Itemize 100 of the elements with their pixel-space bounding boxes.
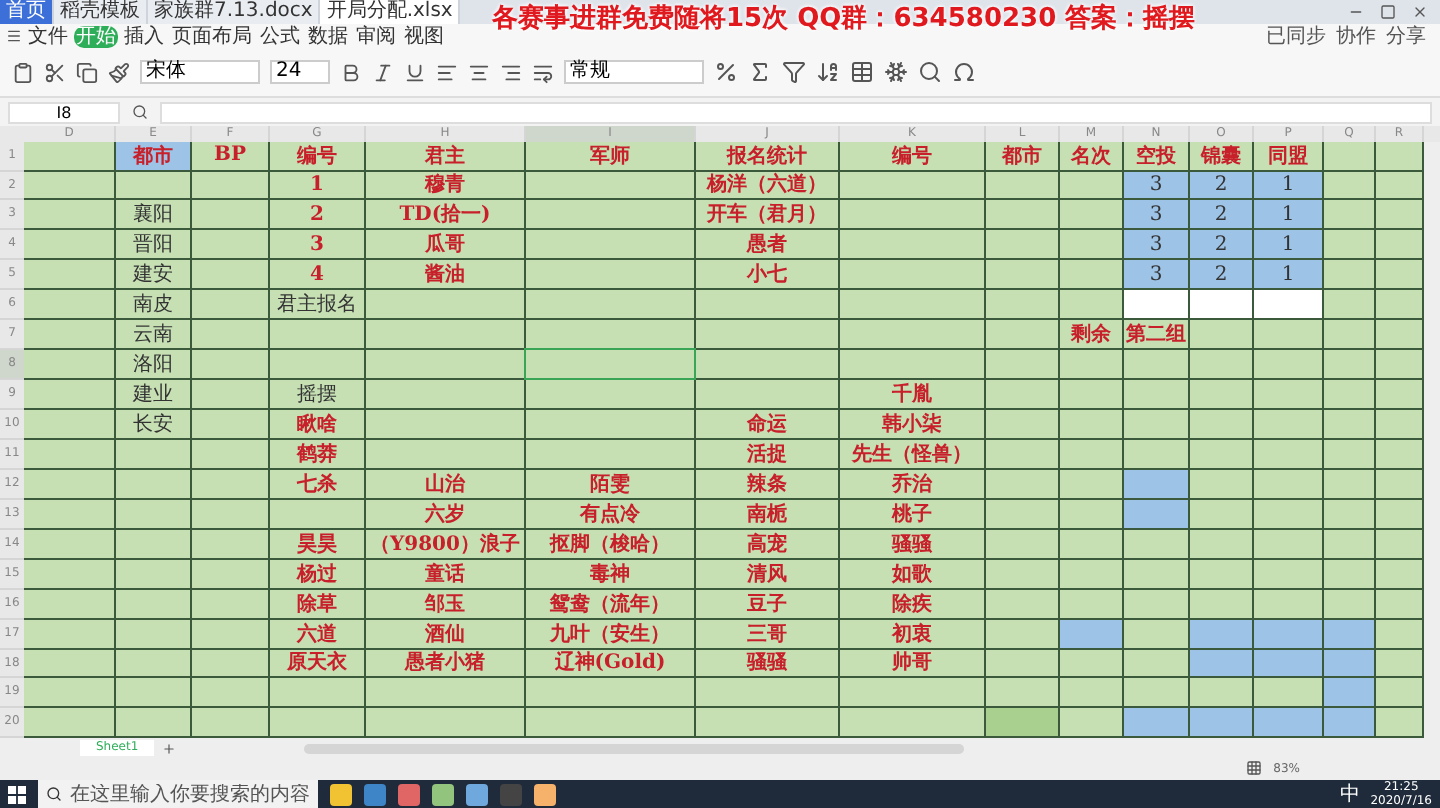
table-cell: 军师 (526, 141, 696, 172)
table-cell: 2 (1190, 230, 1254, 261)
windows-icon[interactable] (8, 785, 26, 803)
table-cell (1324, 200, 1376, 231)
name-box[interactable]: I8 (8, 101, 120, 123)
toolbar-icon[interactable] (108, 61, 130, 84)
taskbar-app-icon[interactable] (534, 783, 556, 805)
menu-icon[interactable] (6, 28, 22, 44)
table-cell (192, 320, 270, 351)
taskbar-app-icon[interactable] (398, 783, 420, 805)
menu-tab[interactable]: 页面布局 (170, 25, 254, 47)
table-cell (1324, 320, 1376, 351)
toolbar-icon[interactable] (850, 60, 874, 85)
scrollbar[interactable] (1424, 141, 1440, 739)
table-cell: 除疾 (840, 589, 986, 620)
taskbar-app-icon[interactable] (364, 783, 386, 805)
table-cell (192, 649, 270, 679)
table-cell: 1 (1254, 230, 1324, 261)
table-cell (986, 290, 1060, 321)
table-cell (1190, 499, 1254, 530)
sync-link[interactable]: 分享 (1386, 22, 1426, 50)
menu-tab[interactable]: 公式 (258, 25, 302, 47)
table-cell (696, 678, 840, 709)
table-cell: 骚骚 (840, 529, 986, 560)
table-cell (986, 230, 1060, 261)
document-tab[interactable]: 开局分配.xlsx (320, 0, 461, 24)
toolbar-icon[interactable] (44, 61, 66, 84)
close-icon[interactable] (1412, 4, 1428, 20)
table-cell (192, 260, 270, 291)
table-cell (696, 380, 840, 411)
document-tab[interactable]: 首页 (0, 0, 54, 24)
table-cell (696, 320, 840, 351)
table-cell (192, 678, 270, 709)
table-cell (1060, 649, 1124, 679)
font-field[interactable]: 宋体 (140, 60, 260, 85)
toolbar-icon[interactable] (532, 61, 554, 84)
table-cell: 2 (1190, 200, 1254, 231)
table-cell (192, 469, 270, 500)
table-cell (24, 200, 116, 231)
toolbar-icon[interactable] (12, 61, 34, 84)
ime-indicator[interactable]: 中 (1340, 780, 1361, 808)
table-cell: 辽神(Gold) (526, 649, 696, 679)
table-cell (986, 380, 1060, 411)
font-size-field[interactable]: 24 (270, 60, 330, 85)
table-cell: 剩余 (1060, 320, 1124, 351)
search-icon (46, 786, 62, 802)
add-sheet-icon[interactable] (162, 741, 177, 756)
menu-tab[interactable]: 数据 (306, 25, 350, 47)
table-cell: 2 (1190, 260, 1254, 291)
table-cell (1254, 410, 1324, 440)
toolbar-icon[interactable] (782, 60, 806, 85)
formula-field[interactable] (160, 101, 1432, 123)
menu-tab[interactable]: 文件 (26, 25, 70, 47)
table-cell: 高宠 (696, 529, 840, 560)
table-cell (24, 589, 116, 620)
table-cell (986, 529, 1060, 560)
toolbar-icon[interactable] (340, 61, 362, 84)
table-cell (192, 589, 270, 620)
table-cell: 2 (1190, 171, 1254, 201)
grid-view-icon[interactable] (1245, 760, 1262, 777)
toolbar-icon[interactable] (714, 60, 738, 85)
table-cell (1324, 290, 1376, 321)
menu-tab[interactable]: 视图 (402, 25, 446, 47)
menu-tab[interactable]: 插入 (122, 25, 166, 47)
table-cell: 君主报名 (270, 290, 366, 321)
table-cell (116, 529, 192, 560)
menu-tab[interactable]: 开始 (74, 25, 118, 47)
toolbar-icon[interactable] (816, 60, 840, 85)
table-cell: 有点冷 (526, 499, 696, 530)
table-cell: 骚骚 (696, 649, 840, 679)
toolbar-icon[interactable] (372, 61, 394, 84)
toolbar-icon[interactable] (952, 60, 976, 85)
taskbar-app-icon[interactable] (466, 783, 488, 805)
table-cell (116, 649, 192, 679)
scrollbar[interactable] (304, 743, 965, 754)
taskbar-app-icon[interactable] (432, 783, 454, 805)
taskbar-app-icon[interactable] (330, 783, 352, 805)
table-cell (24, 380, 116, 411)
toolbar-icon[interactable] (76, 61, 98, 84)
document-tab[interactable]: 稻壳模板 (54, 0, 148, 24)
search-icon[interactable] (132, 104, 148, 120)
table-cell (116, 499, 192, 530)
table-cell (1190, 320, 1254, 351)
number-format-field[interactable]: 常规 (564, 60, 704, 85)
sync-link[interactable]: 已同步 (1266, 22, 1326, 50)
toolbar-icon[interactable] (436, 61, 458, 84)
table-cell: 清风 (696, 559, 840, 590)
sync-link[interactable]: 协作 (1336, 22, 1376, 50)
table-cell (192, 171, 270, 201)
table-cell (1124, 380, 1190, 411)
menu-tab[interactable]: 审阅 (354, 25, 398, 47)
toolbar-icon[interactable] (748, 60, 772, 85)
toolbar-icon[interactable] (404, 61, 426, 84)
toolbar-icon[interactable] (468, 61, 490, 84)
toolbar-icon[interactable] (500, 61, 522, 84)
table-cell: 2 (270, 200, 366, 231)
maximize-icon[interactable] (1380, 4, 1396, 20)
table-cell (116, 469, 192, 500)
toolbar-icon[interactable] (918, 60, 942, 85)
toolbar-icon[interactable] (884, 60, 908, 85)
